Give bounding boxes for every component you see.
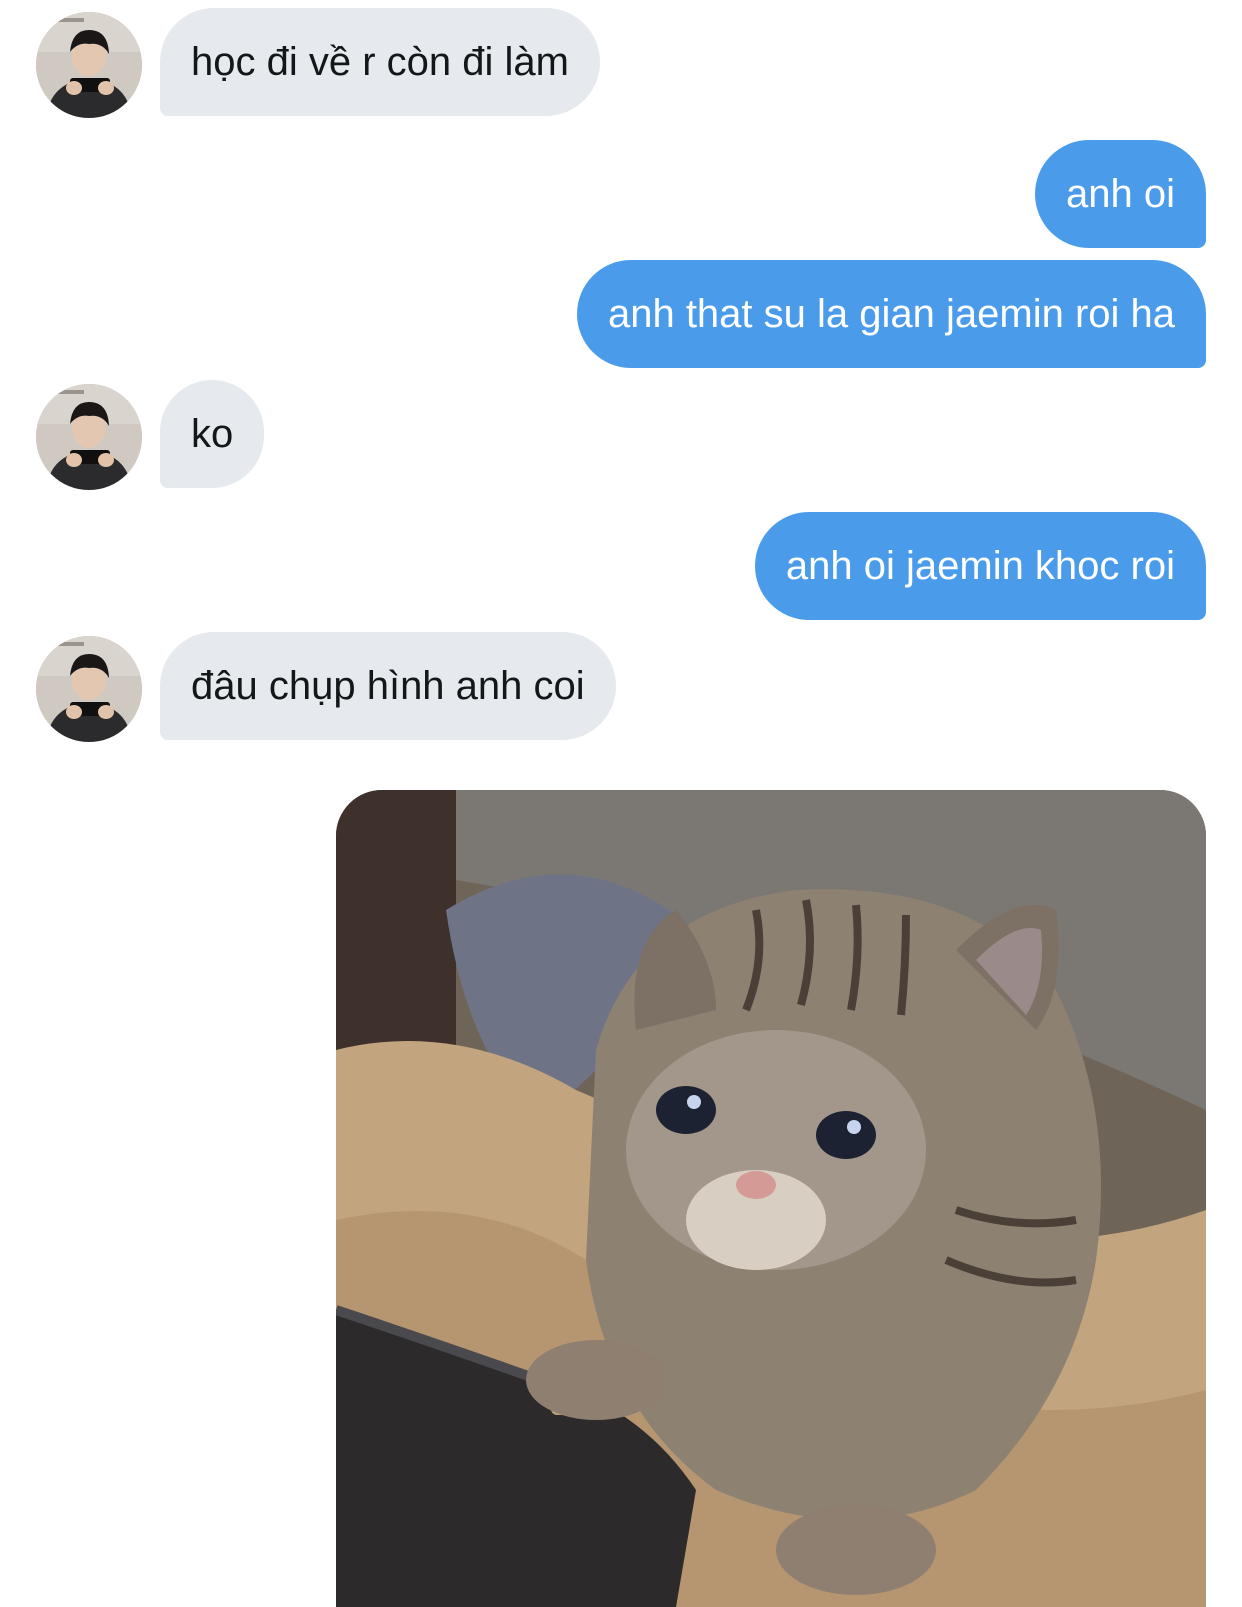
message-row-outgoing: anh that su la gian jaemin roi ha bbox=[0, 260, 1242, 370]
message-row-incoming: ko bbox=[0, 380, 1242, 490]
person-holding-phone-avatar[interactable] bbox=[36, 384, 142, 490]
incoming-message-bubble[interactable]: ko bbox=[160, 380, 265, 488]
outgoing-message-bubble[interactable]: anh that su la gian jaemin roi ha bbox=[576, 260, 1206, 368]
outgoing-message-bubble[interactable]: anh oi jaemin khoc roi bbox=[754, 512, 1206, 620]
incoming-message-bubble[interactable]: đâu chụp hình anh coi bbox=[160, 632, 616, 740]
message-row-incoming: học đi về r còn đi làm bbox=[0, 8, 1242, 118]
outgoing-message-bubble[interactable]: anh oi bbox=[1035, 140, 1206, 248]
dm-conversation: học đi về r còn đi làm anh oi anh that s… bbox=[0, 0, 1242, 1607]
message-row-outgoing: anh oi bbox=[0, 140, 1242, 250]
person-holding-phone-avatar[interactable] bbox=[36, 12, 142, 118]
message-row-outgoing: anh oi jaemin khoc roi bbox=[0, 512, 1242, 622]
person-holding-phone-avatar[interactable] bbox=[36, 636, 142, 742]
crying-cat-meme-image[interactable] bbox=[336, 790, 1206, 1607]
message-row-incoming: đâu chụp hình anh coi bbox=[0, 632, 1242, 742]
incoming-message-bubble[interactable]: học đi về r còn đi làm bbox=[160, 8, 600, 116]
